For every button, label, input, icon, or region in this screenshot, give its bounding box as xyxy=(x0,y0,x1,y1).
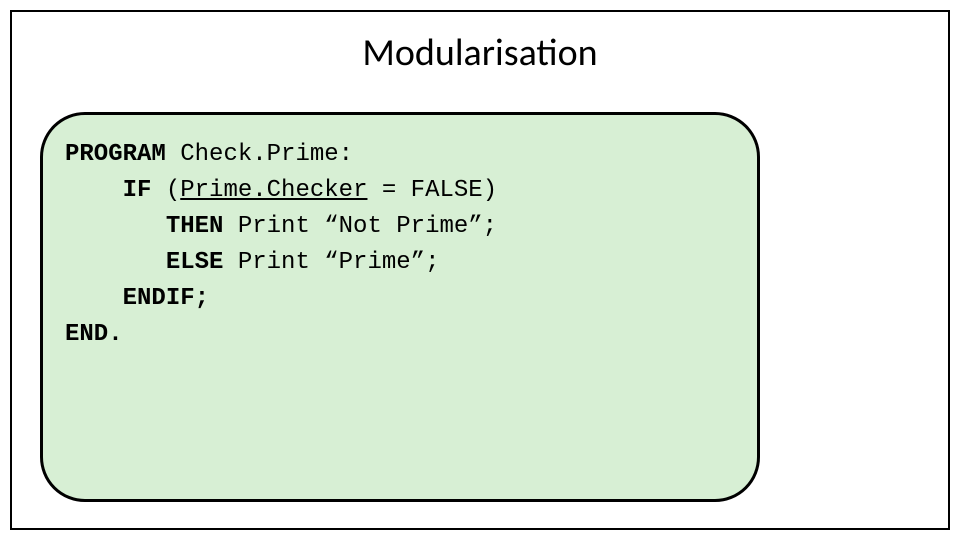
else-body: Print “Prime”; xyxy=(223,249,439,276)
then-body: Print “Not Prime”; xyxy=(223,213,497,240)
kw-program: PROGRAM xyxy=(65,141,166,168)
if-rest: = FALSE) xyxy=(367,177,497,204)
kw-end: END. xyxy=(65,321,123,348)
kw-endif: ENDIF; xyxy=(123,285,209,312)
kw-then: THEN xyxy=(166,213,224,240)
if-open: ( xyxy=(151,177,180,204)
code-panel: PROGRAM Check.Prime: IF (Prime.Checker =… xyxy=(40,112,760,502)
kw-else: ELSE xyxy=(166,249,224,276)
program-name: Check.Prime: xyxy=(166,141,353,168)
slide-frame: Modularisation PROGRAM Check.Prime: IF (… xyxy=(10,10,950,530)
slide-title: Modularisation xyxy=(12,30,948,76)
module-call: Prime.Checker xyxy=(180,177,367,204)
kw-if: IF xyxy=(123,177,152,204)
pseudocode: PROGRAM Check.Prime: IF (Prime.Checker =… xyxy=(65,137,745,353)
